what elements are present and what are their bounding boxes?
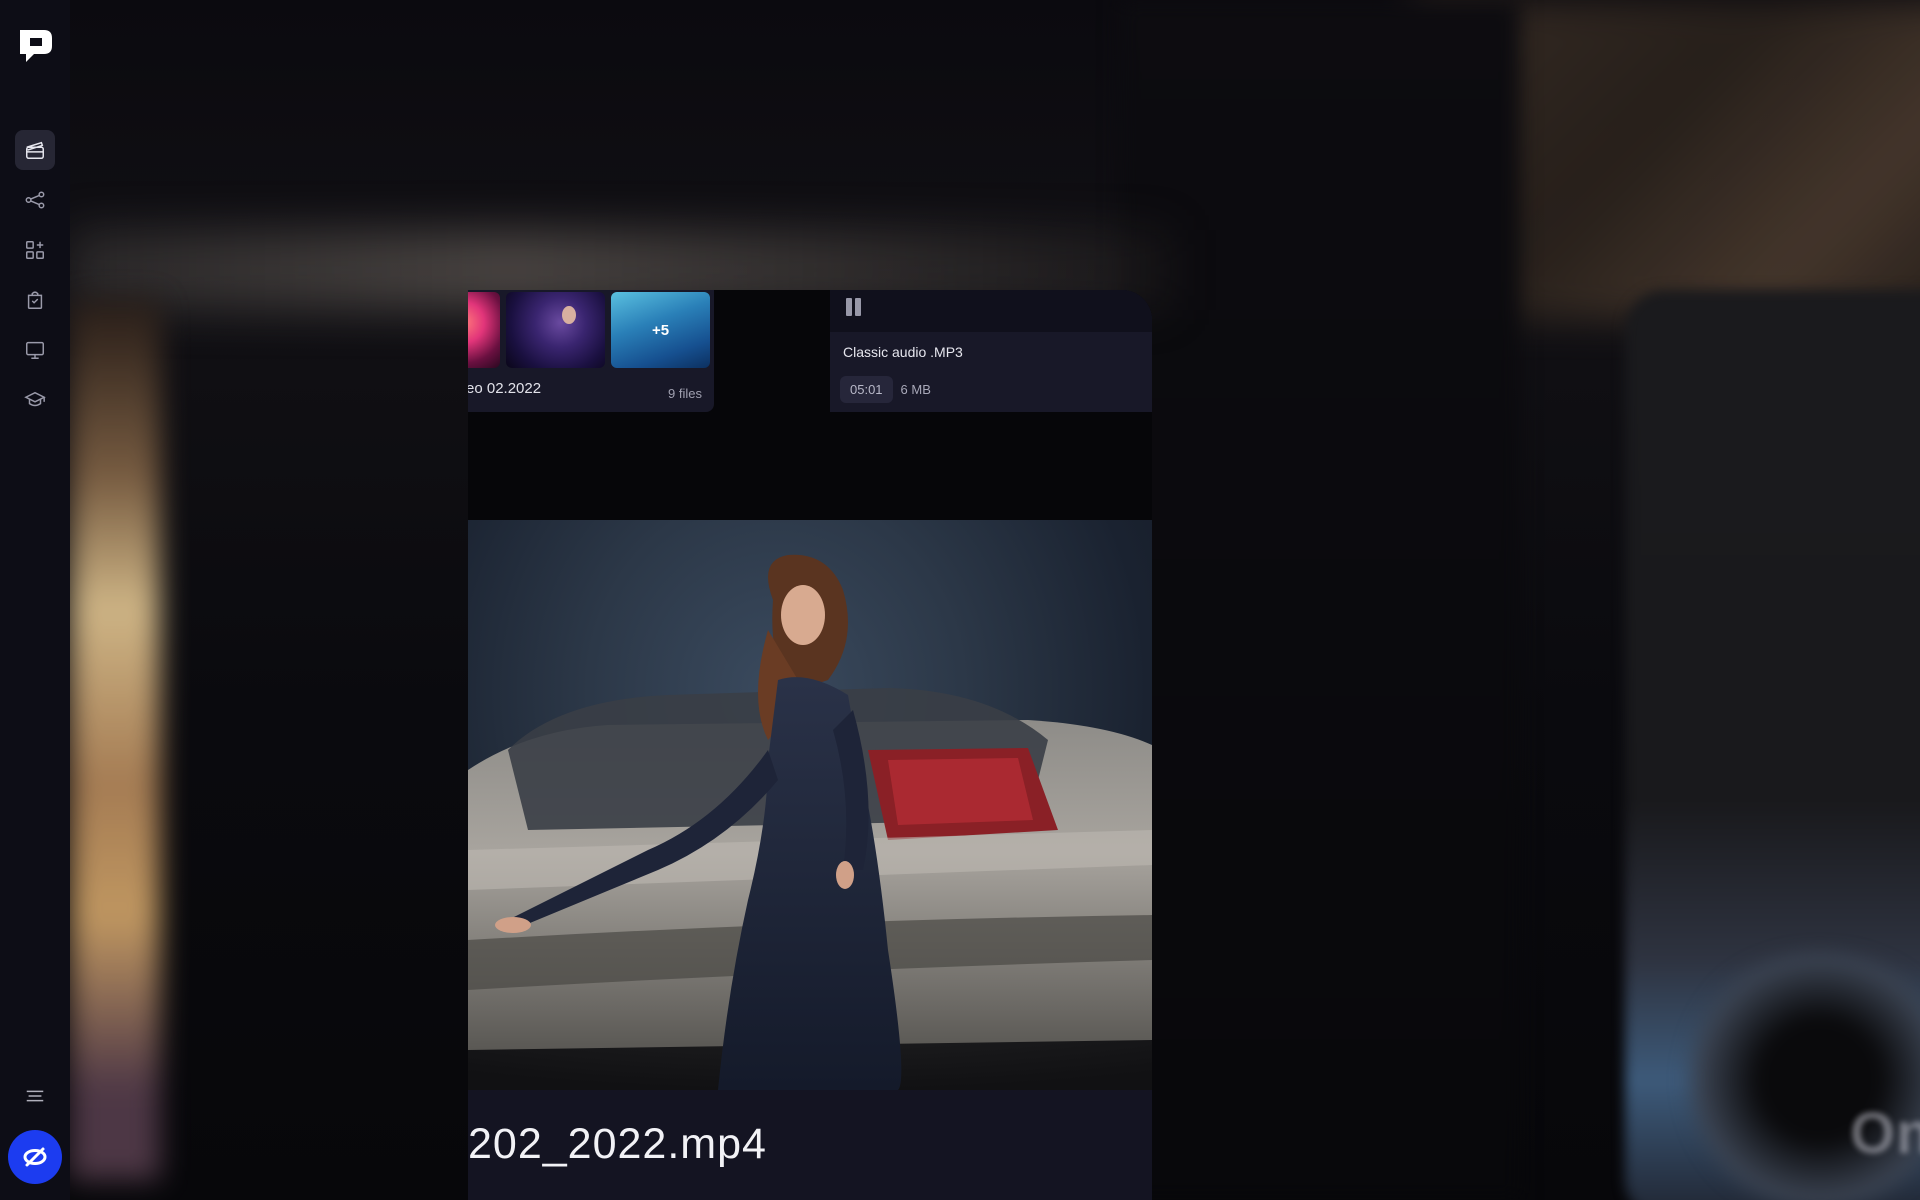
folder-file-count: 9 files [668, 386, 702, 401]
audio-card[interactable]: Classic audio .MP3 05:01 6 MB [830, 290, 1152, 412]
thumbnail: +5 [611, 292, 710, 368]
sidebar-item-share[interactable] [15, 180, 55, 220]
sidebar-item-monitor[interactable] [15, 330, 55, 370]
file-name-title: 202_2022.mp4 [468, 1120, 767, 1168]
pause-icon[interactable] [846, 298, 862, 316]
thumbnail [506, 292, 605, 368]
sidebar-item-learn[interactable] [15, 380, 55, 420]
share-nodes-icon [25, 191, 45, 209]
video-preview-image[interactable] [468, 520, 1152, 1090]
app-logo[interactable] [14, 24, 56, 66]
graduation-cap-icon [24, 391, 46, 407]
sidebar [0, 0, 70, 1200]
apps-add-icon [26, 241, 44, 259]
sidebar-item-apps[interactable] [15, 230, 55, 270]
audio-player-bar [830, 290, 1152, 332]
audio-meta: 05:01 6 MB [840, 376, 931, 403]
link-off-icon [23, 1147, 47, 1167]
sidebar-item-projects[interactable] [15, 130, 55, 170]
file-size: 6 MB [900, 382, 931, 397]
audio-title: Classic audio .MP3 [843, 344, 963, 360]
folder-card[interactable]: +5 eo 02.2022 9 files [468, 290, 714, 412]
duration-badge: 05:01 [840, 376, 893, 403]
preview-image-artwork [468, 554, 1152, 1090]
menu-lines-icon [26, 1090, 44, 1102]
file-title-bar: 202_2022.mp4 [468, 1090, 1152, 1200]
link-action-button[interactable] [8, 1130, 62, 1184]
bag-icon [27, 291, 43, 309]
monitor-icon [26, 341, 44, 359]
thumbnail [468, 292, 500, 368]
preview-panel: +5 eo 02.2022 9 files Classic audio .MP3… [468, 290, 1152, 1200]
folder-thumbnails: +5 [468, 292, 710, 368]
sidebar-item-bag[interactable] [15, 280, 55, 320]
menu-button[interactable] [15, 1076, 55, 1116]
clapperboard-icon [26, 141, 44, 159]
folder-name: eo 02.2022 [468, 380, 542, 397]
more-count-badge: +5 [651, 321, 670, 339]
